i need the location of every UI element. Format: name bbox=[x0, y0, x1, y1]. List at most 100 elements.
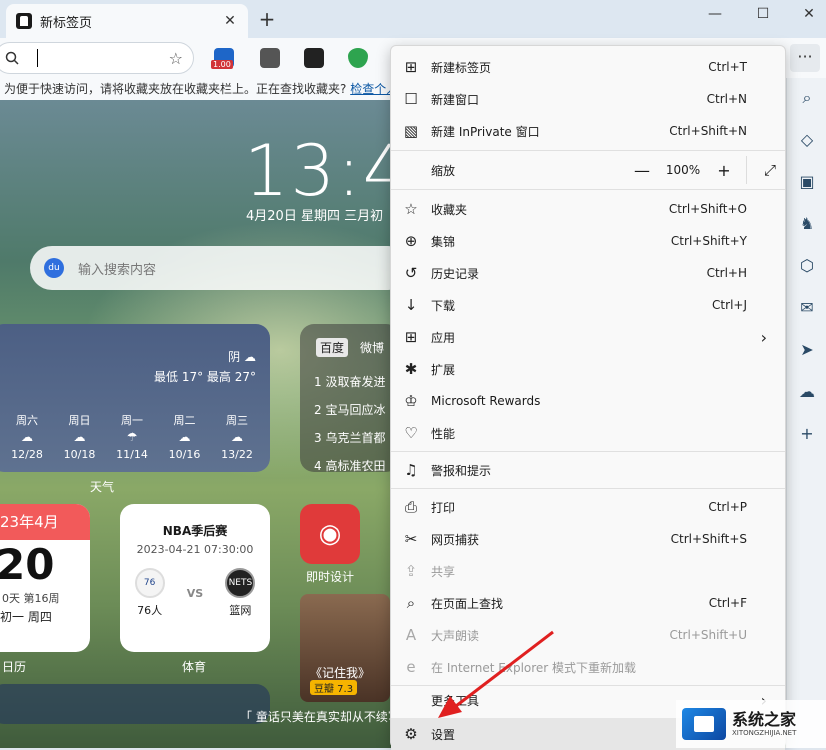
sidebar-search-icon[interactable]: ⌕ bbox=[787, 88, 826, 108]
sidebar-games-icon[interactable]: ♞ bbox=[787, 214, 826, 233]
sidebar-outlook-icon[interactable]: ✉ bbox=[787, 298, 826, 317]
extensions-icon: ✱ bbox=[404, 360, 418, 378]
menu-performance[interactable]: ♡ 性能 bbox=[391, 417, 785, 449]
close-window-button[interactable]: ✕ bbox=[794, 6, 824, 22]
weather-condition: 阴 ☁ bbox=[228, 350, 256, 364]
sidebar-add-icon[interactable]: + bbox=[787, 424, 826, 443]
menu-history[interactable]: ↺ 历史记录 Ctrl+H bbox=[391, 257, 785, 289]
tab-baidu[interactable]: 百度 bbox=[316, 338, 349, 357]
sidebar-send-icon[interactable]: ➤ bbox=[787, 340, 826, 359]
forecast-day: 周一 ☂ 11/14 bbox=[107, 412, 157, 463]
performance-icon: ♡ bbox=[404, 424, 418, 442]
menu-new-inprivate[interactable]: ▧ 新建 InPrivate 窗口 Ctrl+Shift+N bbox=[391, 115, 785, 147]
hot-list: 1 汲取奋发进 2 宝马回应冰 3 乌克兰首都 4 高标准农田 bbox=[314, 368, 385, 480]
76ers-logo-icon: 76 bbox=[134, 568, 165, 598]
sidebar-tools-icon[interactable]: ▣ bbox=[787, 172, 826, 191]
menu-read-aloud[interactable]: A 大声朗读 Ctrl+Shift+U bbox=[391, 619, 785, 651]
sidebar-office-icon[interactable]: ⬡ bbox=[787, 256, 826, 275]
weather-label: 天气 bbox=[90, 480, 115, 494]
list-item[interactable]: 2 宝马回应冰 bbox=[314, 396, 385, 424]
tab-close-icon[interactable]: ✕ bbox=[222, 13, 238, 29]
chevron-right-icon: › bbox=[760, 327, 767, 347]
list-item[interactable]: 3 乌克兰首都 bbox=[314, 424, 385, 452]
hot-search-card[interactable]: 百度 微博 1 汲取奋发进 2 宝马回应冰 3 乌克兰首都 4 高标准农田 bbox=[300, 324, 400, 473]
zoom-out-button[interactable]: — bbox=[630, 161, 654, 180]
movie-card[interactable]: 《记住我》 豆瓣 7.3 bbox=[300, 594, 390, 702]
menu-favorites[interactable]: ☆ 收藏夹 Ctrl+Shift+O bbox=[391, 193, 785, 225]
forecast-day: 周二 ☁ 10/16 bbox=[160, 412, 210, 463]
extension-icon-3[interactable] bbox=[304, 48, 324, 68]
capture-icon: ✂ bbox=[404, 530, 418, 548]
extension-icon-2[interactable] bbox=[260, 48, 280, 68]
menu-new-tab[interactable]: ⊞ 新建标签页 Ctrl+T bbox=[391, 51, 785, 83]
weather-card[interactable]: 阴 ☁ 最低 17° 最高 27° 周六 ☁ 12/28 周日 ☁ 10/18 周一 ☂ 1… bbox=[0, 324, 270, 472]
menu-print[interactable]: ⎙ 打印 Ctrl+P bbox=[391, 491, 785, 523]
menu-extensions[interactable]: ✱ 扩展 bbox=[391, 353, 785, 385]
menu-rewards[interactable]: ♔ Microsoft Rewards bbox=[391, 385, 785, 417]
design-app-icon[interactable]: ◉ bbox=[300, 504, 360, 564]
menu-divider bbox=[391, 189, 785, 190]
weather-forecast: 周六 ☁ 12/28 周日 ☁ 10/18 周一 ☂ 11/14 周二 ☁ 10/16 周三 ☁ 1… bbox=[2, 412, 262, 463]
menu-alerts[interactable]: ♫ 警报和提示 bbox=[391, 454, 785, 486]
movie-title: 《记住我》 bbox=[310, 666, 371, 680]
menu-divider bbox=[391, 488, 785, 489]
address-bar[interactable]: ☆ bbox=[0, 42, 194, 74]
menu-apps[interactable]: ⊞ 应用 › bbox=[391, 321, 785, 353]
share-icon: ⇪ bbox=[404, 562, 418, 580]
new-tab-button[interactable]: + bbox=[256, 6, 278, 32]
cloud-icon: ☁ bbox=[178, 430, 191, 444]
calendar-day: 20 bbox=[0, 540, 55, 589]
watermark-subtitle: XITONGZHIJIA.NET bbox=[732, 729, 797, 737]
menu-web-capture[interactable]: ✂ 网页捕获 Ctrl+Shift+S bbox=[391, 523, 785, 555]
tab-weibo[interactable]: 微博 bbox=[356, 338, 388, 357]
favorites-icon: ☆ bbox=[404, 200, 418, 218]
menu-collections[interactable]: ⊕ 集锦 Ctrl+Shift+Y bbox=[391, 225, 785, 257]
calendar-label: 日历 bbox=[2, 660, 27, 674]
search-icon bbox=[5, 51, 19, 65]
history-icon: ↺ bbox=[404, 264, 418, 282]
add-favorite-icon[interactable]: ☆ bbox=[169, 49, 183, 68]
menu-ie-mode[interactable]: e在 Internet Explorer 模式下重新加载 bbox=[391, 651, 785, 683]
settings-and-more-button[interactable]: ··· bbox=[790, 44, 820, 72]
news-bar[interactable] bbox=[0, 684, 270, 724]
browser-tab[interactable]: 新标签页 ✕ bbox=[6, 4, 248, 38]
menu-divider bbox=[391, 150, 785, 151]
settings-menu: ⊞ 新建标签页 Ctrl+T ☐ 新建窗口 Ctrl+N ▧ 新建 InPrivate 窗… bbox=[390, 45, 786, 750]
inprivate-icon: ▧ bbox=[403, 122, 419, 140]
cloud-icon: ☁ bbox=[231, 430, 243, 444]
read-aloud-icon: A bbox=[405, 626, 417, 644]
calendar-card[interactable]: 23年4月 20 0天 第16周 初一 周四 bbox=[0, 504, 90, 652]
find-icon: ⌕ bbox=[406, 594, 416, 612]
sidebar-shopping-icon[interactable]: ◇ bbox=[787, 130, 826, 149]
zoom-in-button[interactable]: + bbox=[712, 161, 736, 180]
nba-teams: 76 76人 VS NETS 篮网 bbox=[120, 568, 270, 618]
title-bar: 新标签页 ✕ + — ☐ ✕ bbox=[0, 0, 826, 38]
team-nets: NETS 篮网 bbox=[218, 568, 262, 618]
date: 4月20日 星期四 三月初 bbox=[246, 209, 384, 224]
nba-card[interactable]: NBA季后赛 2023-04-21 07:30:00 76 76人 VS NETS… bbox=[120, 504, 270, 652]
sports-label: 体育 bbox=[182, 660, 207, 674]
zoom-value: 100% bbox=[665, 163, 701, 177]
list-item[interactable]: 4 高标准农田 bbox=[314, 452, 385, 480]
shield-extension-icon[interactable] bbox=[348, 48, 368, 68]
watermark-title: 系统之家 bbox=[732, 710, 797, 729]
text-caret bbox=[37, 49, 38, 67]
zoom-controls: — 100% + ⤢ bbox=[630, 156, 785, 184]
menu-share[interactable]: ⇪ 共享 bbox=[391, 555, 785, 587]
fullscreen-icon[interactable]: ⤢ bbox=[755, 161, 785, 179]
tab-title: 新标签页 bbox=[40, 15, 93, 31]
cloud-icon: ☁ bbox=[244, 350, 256, 364]
sidebar-cloud-icon[interactable]: ☁ bbox=[787, 382, 826, 401]
ntp-search-box[interactable]: du 输入搜索内容 bbox=[30, 246, 410, 290]
nba-datetime: 2023-04-21 07:30:00 bbox=[136, 543, 254, 556]
favorites-bar-text: 为便于快速访问，请将收藏夹放在收藏夹栏上。正在查找收藏夹? bbox=[4, 82, 347, 96]
hot-tabs: 百度 微博 bbox=[316, 338, 388, 357]
menu-downloads[interactable]: ↓ 下载 Ctrl+J bbox=[391, 289, 785, 321]
maximize-button[interactable]: ☐ bbox=[748, 6, 778, 22]
ntp-search-placeholder: 输入搜索内容 bbox=[78, 262, 157, 278]
list-item[interactable]: 1 汲取奋发进 bbox=[314, 368, 385, 396]
nba-title: NBA季后赛 bbox=[162, 524, 228, 538]
minimize-button[interactable]: — bbox=[700, 6, 730, 22]
menu-new-window[interactable]: ☐ 新建窗口 Ctrl+N bbox=[391, 83, 785, 115]
menu-find-on-page[interactable]: ⌕ 在页面上查找 Ctrl+F bbox=[391, 587, 785, 619]
